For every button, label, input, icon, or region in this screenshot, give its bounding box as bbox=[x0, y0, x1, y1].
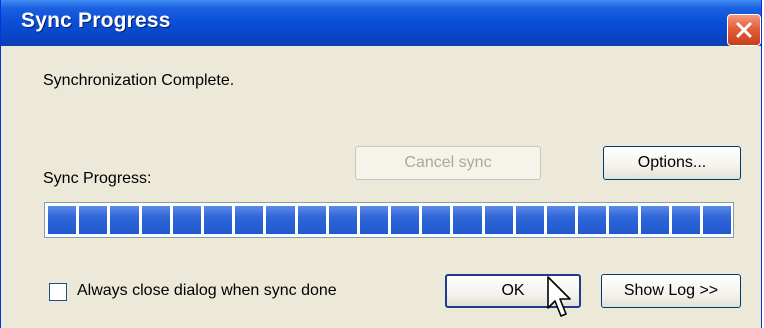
progress-segment bbox=[110, 206, 139, 234]
sync-progress-dialog: Sync Progress Synchronization Complete. … bbox=[0, 0, 762, 328]
progress-segment bbox=[266, 206, 295, 234]
progress-segment bbox=[297, 206, 326, 234]
progress-segment bbox=[203, 206, 233, 234]
cancel-sync-button[interactable]: Cancel sync bbox=[355, 146, 541, 180]
progress-segment bbox=[141, 206, 170, 234]
progress-segment bbox=[640, 206, 669, 234]
progress-segment bbox=[484, 206, 513, 234]
options-button[interactable]: Options... bbox=[603, 146, 741, 180]
close-button[interactable] bbox=[727, 14, 761, 46]
progress-segment bbox=[79, 206, 108, 234]
progress-segment bbox=[547, 206, 576, 234]
title-bar[interactable]: Sync Progress bbox=[1, 0, 761, 46]
window-title: Sync Progress bbox=[21, 9, 171, 32]
progress-label: Sync Progress: bbox=[43, 170, 152, 187]
progress-segment bbox=[391, 206, 420, 234]
progress-segment bbox=[671, 206, 700, 234]
sync-progress-bar bbox=[44, 202, 734, 238]
status-message: Synchronization Complete. bbox=[43, 72, 235, 89]
show-log-button[interactable]: Show Log >> bbox=[601, 274, 741, 308]
progress-segment bbox=[453, 206, 482, 234]
mouse-pointer-icon bbox=[547, 276, 573, 325]
progress-segment bbox=[48, 206, 77, 234]
progress-segment bbox=[578, 206, 607, 234]
progress-segment bbox=[702, 206, 732, 234]
progress-segment bbox=[328, 206, 357, 234]
always-close-label[interactable]: Always close dialog when sync done bbox=[77, 282, 337, 300]
progress-segment bbox=[359, 206, 389, 234]
progress-segment bbox=[609, 206, 638, 234]
progress-segment bbox=[515, 206, 544, 234]
always-close-checkbox[interactable] bbox=[49, 283, 67, 301]
progress-segment bbox=[235, 206, 264, 234]
progress-segment bbox=[422, 206, 451, 234]
progress-segment bbox=[172, 206, 201, 234]
